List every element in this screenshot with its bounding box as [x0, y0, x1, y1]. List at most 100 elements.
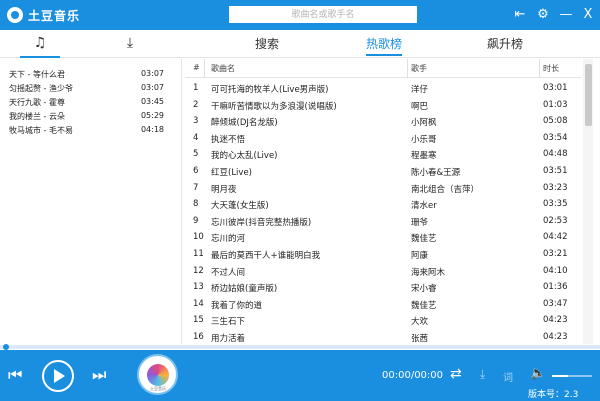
close-icon[interactable]: X: [580, 6, 596, 24]
song-number: 10: [193, 232, 204, 243]
settings-gear-icon[interactable]: ⚙: [535, 6, 551, 24]
playlist-panel: 天下 - 等什么君 03:07 匀摇起赘 - 渔少爷 03:07 天行九歌 - 霍尊…: [0, 59, 182, 344]
song-duration: 04:48: [543, 149, 568, 160]
song-number: 11: [193, 249, 204, 259]
tab-search[interactable]: 搜索: [255, 35, 279, 52]
playlist-duration: 03:07: [140, 83, 164, 92]
list-item[interactable]: 我的楼兰 - 云朵 05:29: [9, 111, 164, 124]
song-name: 忘川彼岸(抖音完整热播版): [211, 217, 312, 228]
song-artist: 小乐哥: [411, 134, 437, 145]
login-icon[interactable]: ⇤: [512, 6, 528, 24]
progress-bar[interactable]: [0, 345, 600, 349]
search-input[interactable]: [229, 6, 417, 23]
playlist-title: 我的楼兰 - 云朵: [9, 112, 65, 121]
table-row[interactable]: 12 不过人间 海来阿木 04:10: [185, 262, 581, 279]
playlist-title: 天行九歌 - 霍尊: [9, 98, 65, 107]
song-name: 明月夜: [211, 184, 237, 195]
song-duration: 03:01: [543, 83, 568, 93]
table-row[interactable]: 4 执迷不悟 小乐哥 03:54: [185, 129, 581, 146]
song-name: 我着了你的道: [211, 300, 263, 311]
song-number: 9: [193, 215, 199, 226]
song-number: 2: [193, 99, 199, 110]
header-artist[interactable]: 歌手: [411, 63, 536, 74]
table-row[interactable]: 14 我着了你的道 魏佳艺 03:47: [185, 295, 581, 312]
song-number: 14: [193, 298, 204, 309]
song-artist: 魏佳艺: [411, 300, 437, 311]
song-duration: 04:23: [543, 315, 568, 326]
song-name: 红豆(Live): [211, 168, 252, 178]
previous-icon[interactable]: ⏮: [8, 365, 22, 385]
playlist-title: 天下 - 等什么君: [9, 70, 65, 79]
playlist-duration: 05:29: [140, 111, 164, 120]
playlist-duration: 03:45: [140, 97, 164, 106]
table-row[interactable]: 10 忘川的河 魏佳艺 04:42: [185, 228, 581, 245]
song-number: 3: [193, 116, 199, 127]
song-name: 我的心太乱(Live): [211, 151, 278, 162]
column-divider: [539, 59, 540, 78]
song-number: 13: [193, 282, 204, 293]
app-title: 土豆音乐: [28, 9, 81, 23]
song-artist: 宋小睿: [411, 284, 437, 295]
header-duration[interactable]: 时长: [543, 63, 559, 74]
table-row[interactable]: 5 我的心太乱(Live) 程墨寒 04:48: [185, 145, 581, 162]
potato-logo-icon: [7, 7, 23, 23]
song-name: 三生石下: [211, 317, 246, 328]
table-row[interactable]: 9 忘川彼岸(抖音完整热播版) 珊爷 02:53: [185, 212, 581, 229]
song-name: 不过人间: [211, 267, 246, 278]
song-artist: 小阿枫: [411, 118, 437, 129]
list-item[interactable]: 天下 - 等什么君 03:07: [9, 69, 164, 82]
song-duration: 04:23: [543, 332, 568, 342]
play-time: 00:00/00:00: [382, 370, 444, 381]
table-row[interactable]: 15 三生石下 大欢 04:23: [185, 311, 581, 328]
list-item[interactable]: 牧马城市 - 毛不易 04:18: [9, 125, 164, 138]
header-name[interactable]: 歌曲名: [211, 63, 406, 74]
song-number: 16: [193, 332, 204, 342]
song-duration: 01:03: [543, 99, 568, 110]
download-icon[interactable]: ⤓: [480, 367, 485, 382]
table-row[interactable]: 7 明月夜 南北组合（吉萍） 03:23: [185, 179, 581, 196]
song-artist: 魏佳艺: [411, 234, 437, 245]
song-name: 桥边姑娘(童声版): [211, 284, 278, 295]
playlist-duration: 03:07: [140, 69, 164, 78]
song-artist: 阿康: [411, 251, 429, 261]
table-row[interactable]: 3 醉倾城(DJ名龙版) 小阿枫 05:08: [185, 112, 581, 129]
table-row[interactable]: 8 大天蓬(女生版) 清水er 03:35: [185, 195, 581, 212]
playlist-title: 匀摇起赘 - 渔少爷: [9, 84, 73, 93]
tab-hot-songs[interactable]: 热歌榜: [366, 35, 403, 56]
volume-icon[interactable]: 🔈: [530, 366, 546, 381]
song-artist: 大欢: [411, 317, 429, 328]
list-item[interactable]: 天行九歌 - 霍尊 03:45: [9, 97, 164, 110]
song-number: 5: [193, 149, 199, 160]
song-name: 大天蓬(女生版): [211, 201, 269, 212]
song-name: 醉倾城(DJ名龙版): [211, 118, 278, 129]
minimize-icon[interactable]: —: [558, 6, 574, 24]
scrollbar-thumb[interactable]: [585, 64, 592, 126]
cover-art-icon: [147, 364, 169, 386]
song-duration: 03:54: [543, 132, 568, 143]
table-row[interactable]: 6 红豆(Live) 陈小春&王源 03:51: [185, 162, 581, 179]
tab-rising[interactable]: 飙升榜: [487, 35, 523, 52]
header-num: #: [193, 63, 200, 72]
table-row[interactable]: 1 可可托海的牧羊人(Live男声版) 洋仔 03:01: [185, 79, 581, 96]
loop-icon[interactable]: ⇄: [450, 366, 462, 382]
tab-download-icon[interactable]: ⤓: [118, 35, 142, 55]
song-duration: 03:51: [543, 166, 568, 176]
table-row[interactable]: 16 用力活着 张茜 04:23: [185, 328, 581, 344]
song-artist: 陈小春&王源: [411, 168, 461, 178]
song-duration: 05:08: [543, 116, 568, 127]
next-icon[interactable]: ⏭: [92, 365, 106, 385]
song-duration: 03:35: [543, 199, 568, 210]
lyrics-button[interactable]: 词: [503, 369, 513, 384]
song-artist: 清水er: [411, 201, 437, 212]
table-row[interactable]: 11 最后的莫西干人+谁能明白我 阿康 03:21: [185, 245, 581, 262]
song-artist: 程墨寒: [411, 151, 437, 162]
tab-music-note-icon[interactable]: ♫: [20, 35, 60, 58]
song-duration: 03:47: [543, 298, 568, 309]
song-name: 最后的莫西干人+谁能明白我: [211, 251, 321, 261]
list-item[interactable]: 匀摇起赘 - 渔少爷 03:07: [9, 83, 164, 96]
song-number: 6: [193, 166, 199, 176]
song-duration: 04:10: [543, 265, 568, 276]
table-row[interactable]: 2 干嘛听苦情歌以为多浪漫(说唱版) 啊巴 01:03: [185, 96, 581, 113]
column-divider: [204, 59, 205, 78]
table-row[interactable]: 13 桥边姑娘(童声版) 宋小睿 01:36: [185, 278, 581, 295]
